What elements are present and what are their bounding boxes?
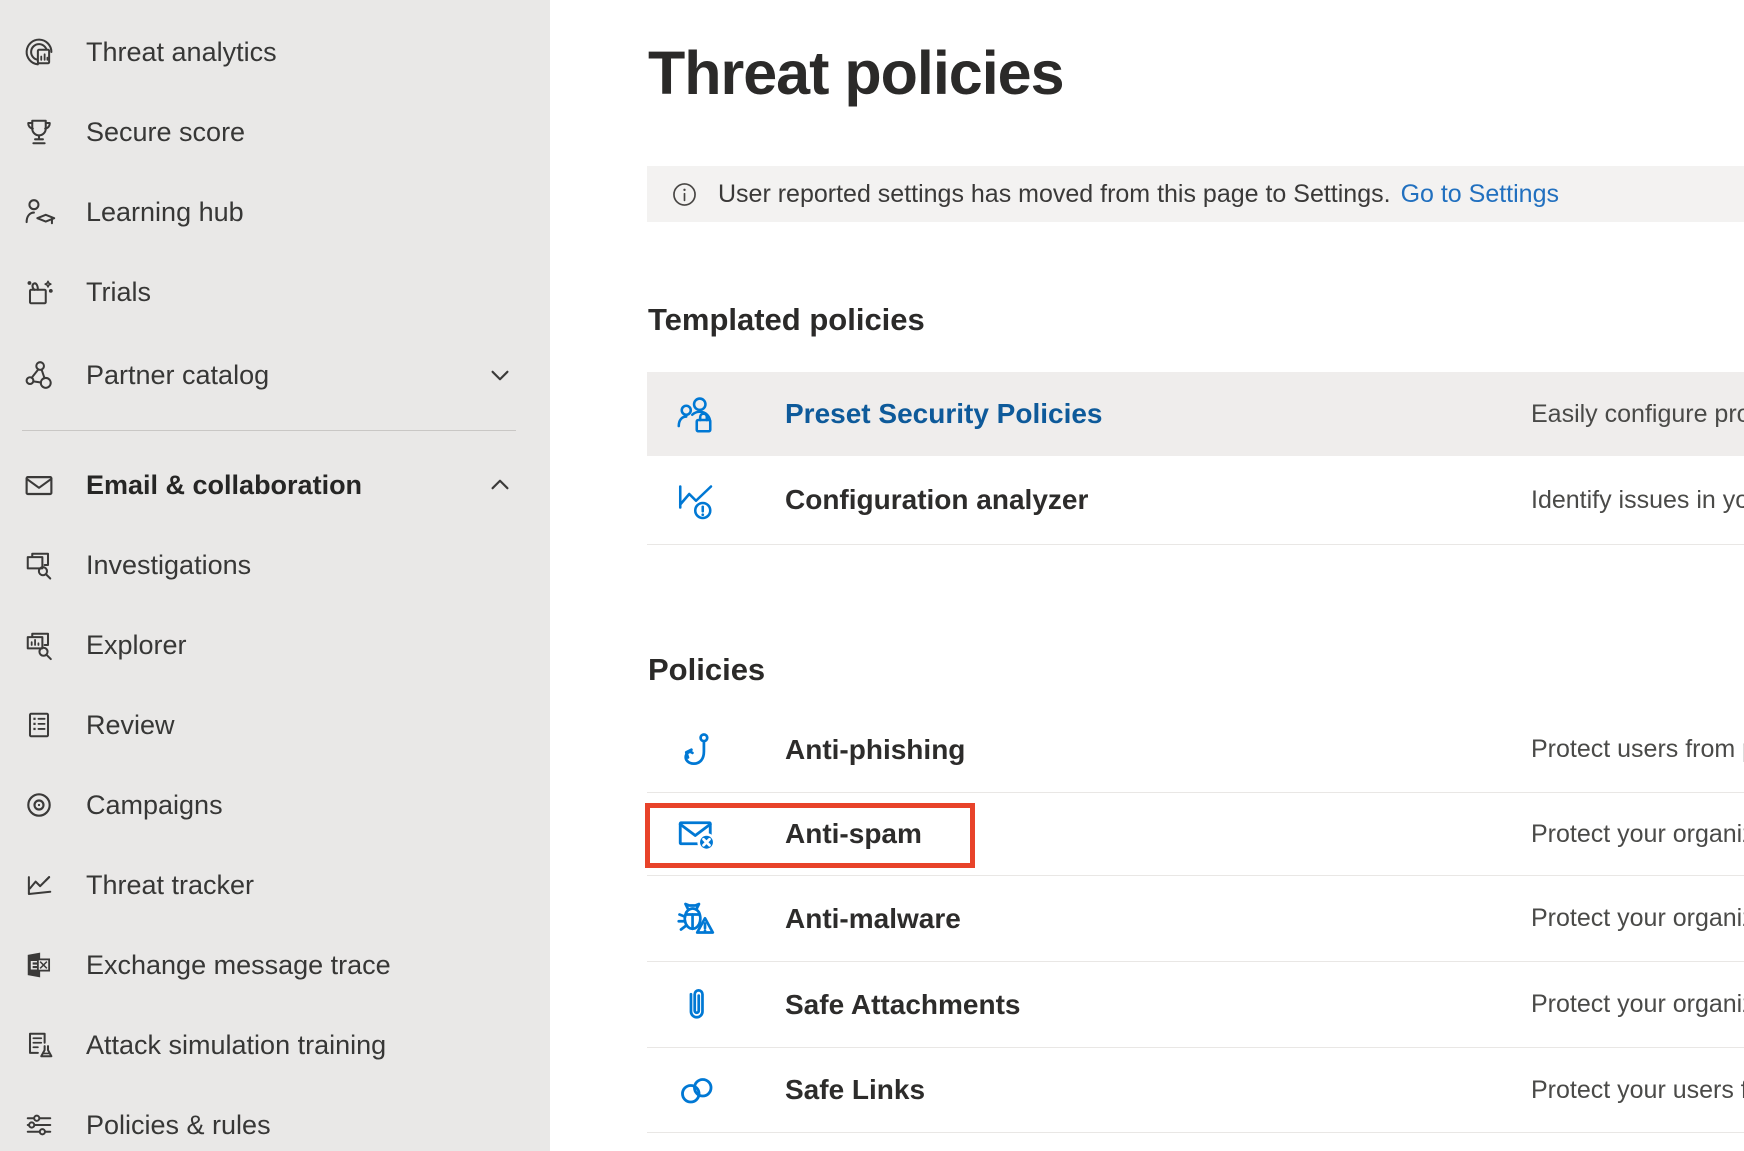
attack-simulation-training-icon xyxy=(20,1026,58,1064)
row-anti-malware[interactable]: Anti-malware Protect your organiz xyxy=(647,876,1744,962)
sidebar-item-label: Campaigns xyxy=(86,790,223,821)
chevron-up-icon[interactable] xyxy=(483,468,517,502)
policy-description: Easily configure prot xyxy=(1531,400,1744,429)
sidebar-item-label: Partner catalog xyxy=(86,360,269,391)
sidebar-item-exchange-message-trace[interactable]: E Exchange message trace xyxy=(0,925,550,1005)
partner-catalog-icon xyxy=(20,356,58,394)
sidebar-item-label: Investigations xyxy=(86,550,251,581)
threat-analytics-icon xyxy=(20,33,58,71)
anti-phishing-icon xyxy=(672,726,720,774)
policy-description: Protect your organiz xyxy=(1531,820,1744,849)
sidebar-item-label: Attack simulation training xyxy=(86,1030,386,1061)
section-heading-templated-policies: Templated policies xyxy=(648,302,925,338)
policy-name[interactable]: Preset Security Policies xyxy=(785,398,1103,430)
sidebar-item-label: Email & collaboration xyxy=(86,470,362,501)
section-heading-policies: Policies xyxy=(648,652,765,688)
policy-description: Protect users from p xyxy=(1531,735,1744,764)
review-icon xyxy=(20,706,58,744)
anti-spam-icon xyxy=(672,810,720,858)
explorer-icon xyxy=(20,626,58,664)
info-banner: User reported settings has moved from th… xyxy=(647,166,1744,222)
exchange-message-trace-icon: E xyxy=(20,946,58,984)
sidebar-item-label: Threat tracker xyxy=(86,870,254,901)
learning-hub-icon xyxy=(20,193,58,231)
sidebar-item-review[interactable]: Review xyxy=(0,685,550,765)
safe-attachments-icon xyxy=(672,981,720,1029)
sidebar-item-email-collaboration[interactable]: Email & collaboration xyxy=(0,445,550,525)
anti-malware-icon xyxy=(672,895,720,943)
trials-icon xyxy=(20,273,58,311)
page-title: Threat policies xyxy=(648,38,1064,108)
policies-rules-icon xyxy=(20,1106,58,1144)
policy-name[interactable]: Anti-phishing xyxy=(785,734,965,766)
sidebar-item-secure-score[interactable]: Secure score xyxy=(0,92,550,172)
policy-description: Protect your users fr xyxy=(1531,1076,1744,1105)
sidebar-item-investigations[interactable]: Investigations xyxy=(0,525,550,605)
threat-policies-page: Threat analytics Secure score xyxy=(0,0,1744,1151)
sidebar-item-label: Exchange message trace xyxy=(86,950,391,981)
preset-security-policies-icon xyxy=(672,390,720,438)
sidebar-item-attack-simulation-training[interactable]: Attack simulation training xyxy=(0,1005,550,1085)
sidebar-divider xyxy=(22,430,516,431)
row-anti-phishing[interactable]: Anti-phishing Protect users from p xyxy=(647,707,1744,793)
sidebar-item-label: Policies & rules xyxy=(86,1110,271,1141)
sidebar-item-policies-rules[interactable]: Policies & rules xyxy=(0,1085,550,1151)
sidebar-item-campaigns[interactable]: Campaigns xyxy=(0,765,550,845)
row-safe-links[interactable]: Safe Links Protect your users fr xyxy=(647,1048,1744,1133)
investigations-icon xyxy=(20,546,58,584)
policy-name[interactable]: Anti-malware xyxy=(785,903,961,935)
sidebar-item-threat-analytics[interactable]: Threat analytics xyxy=(0,12,550,92)
sidebar-item-label: Secure score xyxy=(86,117,245,148)
policy-name[interactable]: Configuration analyzer xyxy=(785,484,1088,516)
sidebar-item-label: Learning hub xyxy=(86,197,244,228)
row-safe-attachments[interactable]: Safe Attachments Protect your organiz xyxy=(647,962,1744,1048)
sidebar-item-label: Explorer xyxy=(86,630,187,661)
info-icon xyxy=(671,181,698,208)
sidebar-item-threat-tracker[interactable]: Threat tracker xyxy=(0,845,550,925)
sidebar-item-trials[interactable]: Trials xyxy=(0,252,550,332)
sidebar-item-label: Trials xyxy=(86,277,151,308)
banner-message: User reported settings has moved from th… xyxy=(718,180,1391,209)
row-preset-security-policies[interactable]: Preset Security Policies Easily configur… xyxy=(647,372,1744,456)
campaigns-icon xyxy=(20,786,58,824)
policy-name[interactable]: Safe Links xyxy=(785,1074,925,1106)
policy-description: Identify issues in you xyxy=(1531,486,1744,515)
policy-description: Protect your organiz xyxy=(1531,904,1744,933)
secure-score-icon xyxy=(20,113,58,151)
configuration-analyzer-icon xyxy=(672,476,720,524)
policy-description: Protect your organiz xyxy=(1531,990,1744,1019)
policy-name[interactable]: Anti-spam xyxy=(785,818,922,850)
policy-name[interactable]: Safe Attachments xyxy=(785,989,1020,1021)
sidebar-item-explorer[interactable]: Explorer xyxy=(0,605,550,685)
chevron-down-icon[interactable] xyxy=(483,358,517,392)
row-anti-spam[interactable]: Anti-spam Protect your organiz xyxy=(647,793,1744,876)
threat-tracker-icon xyxy=(20,866,58,904)
sidebar-item-learning-hub[interactable]: Learning hub xyxy=(0,172,550,252)
go-to-settings-link[interactable]: Go to Settings xyxy=(1401,180,1559,209)
sidebar-item-label: Review xyxy=(86,710,175,741)
sidebar-item-label: Threat analytics xyxy=(86,37,277,68)
email-collaboration-icon xyxy=(20,466,58,504)
sidebar-nav: Threat analytics Secure score xyxy=(0,0,550,1151)
row-configuration-analyzer[interactable]: Configuration analyzer Identify issues i… xyxy=(647,456,1744,545)
safe-links-icon xyxy=(672,1066,720,1114)
sidebar-item-partner-catalog[interactable]: Partner catalog xyxy=(0,335,550,415)
